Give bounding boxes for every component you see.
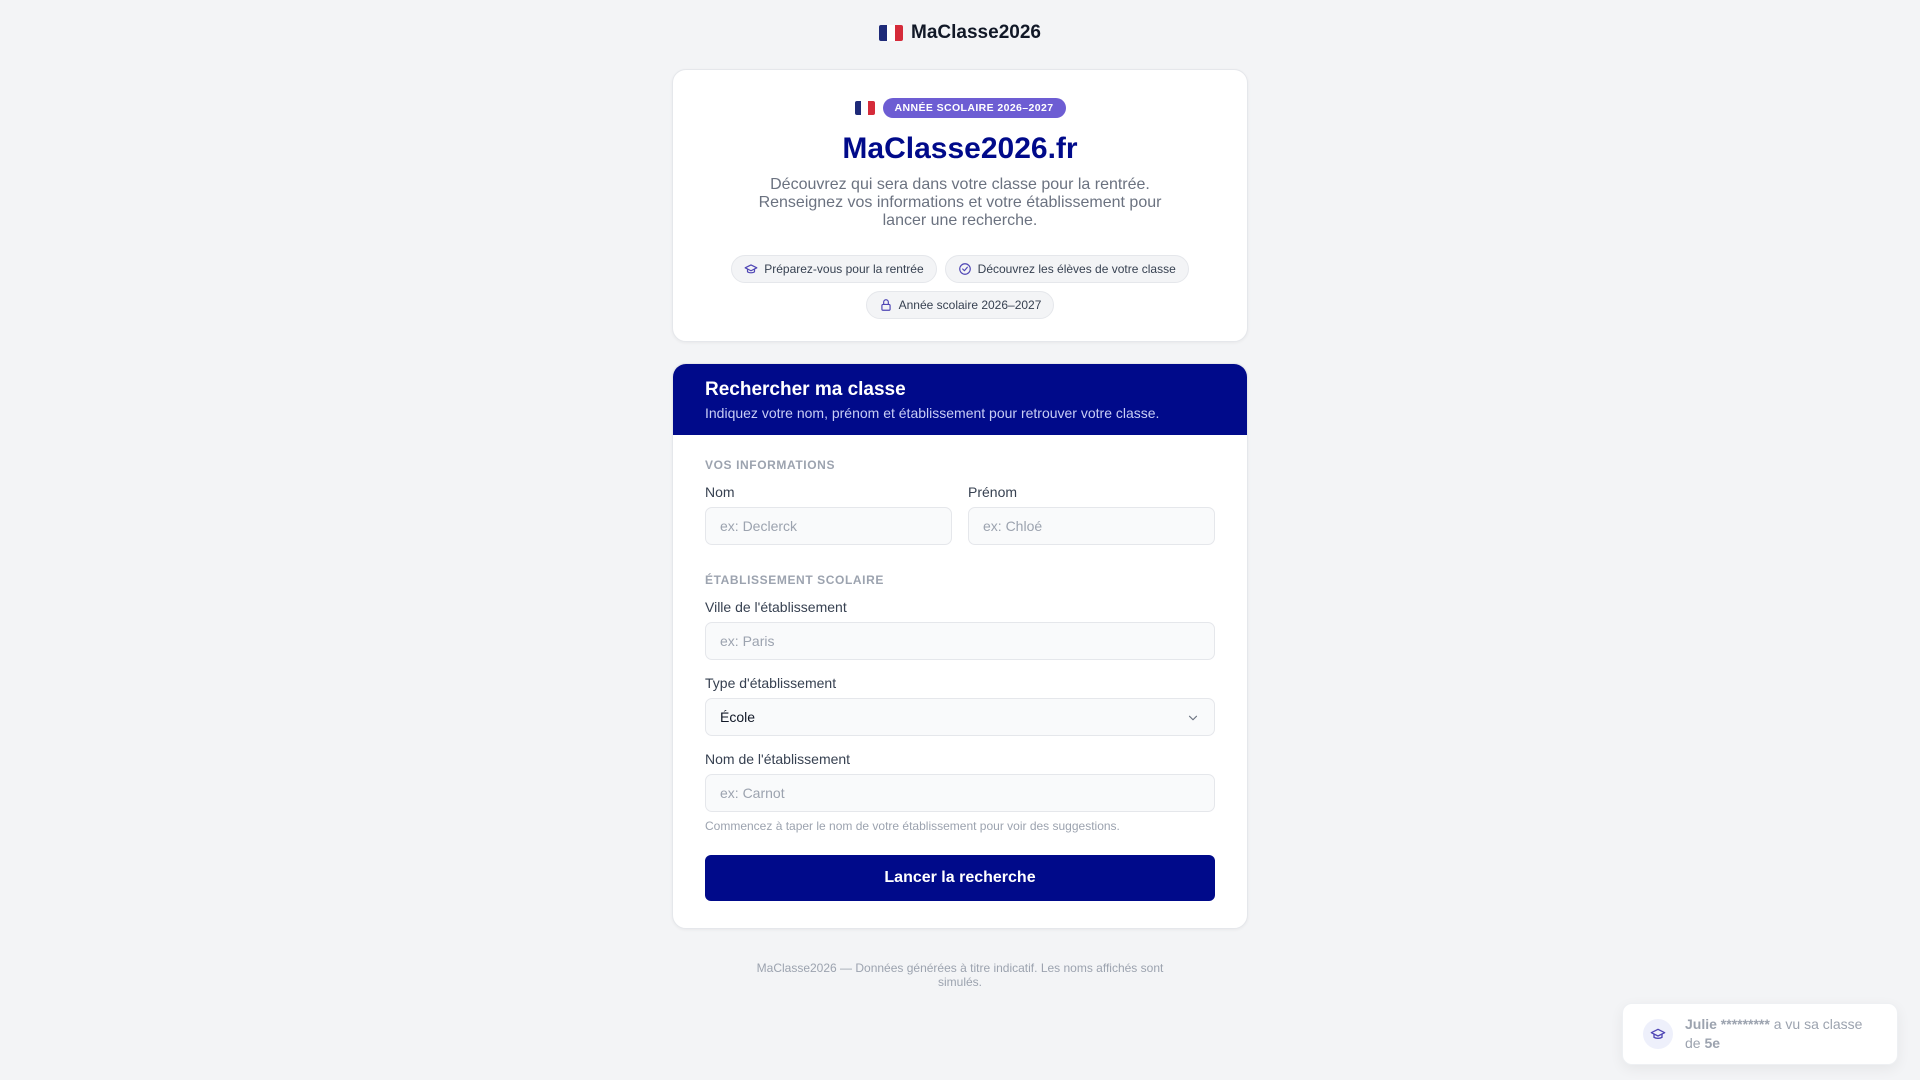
form-header: Rechercher ma classe Indiquez votre nom,… [673, 364, 1247, 435]
name-row: Nom Prénom [705, 484, 1215, 545]
feature-pill-rentree: Préparez-vous pour la rentrée [731, 255, 937, 283]
form-title: Rechercher ma classe [705, 379, 906, 400]
prenom-label: Prénom [968, 484, 1018, 500]
ville-input[interactable] [705, 622, 1215, 660]
toast-icon-wrap [1643, 1019, 1673, 1049]
feature-pill-eleves: Découvrez les élèves de votre classe [944, 255, 1189, 283]
toast-user-name: Julie ********* [1685, 1016, 1770, 1032]
toast-text: Julie ********* a vu sa classe de 5e [1685, 1015, 1877, 1053]
hero-badge-row: ANNÉE SCOLAIRE 2026–2027 [673, 98, 1247, 118]
feature-pill-label: Découvrez les élèves de votre classe [977, 262, 1176, 276]
nom-input[interactable] [705, 507, 952, 545]
flag-fr-icon [854, 101, 875, 115]
type-select-value: École [720, 709, 756, 725]
brand-title: MaClasse2026 [911, 22, 1041, 43]
ville-label: Ville de l'établissement [705, 599, 847, 615]
graduation-cap-icon [1650, 1028, 1666, 1039]
hero-card: ANNÉE SCOLAIRE 2026–2027 MaClasse2026.fr… [672, 69, 1248, 342]
prenom-group: Prénom [968, 484, 1215, 545]
hero-title: MaClasse2026.fr [842, 132, 1078, 165]
prenom-input[interactable] [968, 507, 1215, 545]
hero-description: Découvrez qui sera dans votre classe pou… [758, 176, 1162, 229]
section-label-informations: VOS INFORMATIONS [705, 458, 836, 472]
top-brand-bar: MaClasse2026 [0, 22, 1920, 44]
form-body: VOS INFORMATIONS Nom Prénom ÉTABLISSEMEN… [673, 458, 1247, 901]
toast-class: 5e [1704, 1035, 1721, 1051]
school-name-label: Nom de l'établissement [705, 751, 851, 767]
flag-fr-icon [879, 25, 904, 41]
nom-label: Nom [705, 484, 735, 500]
search-form-card: Rechercher ma classe Indiquez votre nom,… [672, 363, 1248, 929]
feature-pill-label: Préparez-vous pour la rentrée [764, 262, 924, 276]
footer-disclaimer: MaClasse2026 — Données générées à titre … [756, 961, 1164, 989]
check-circle-icon [958, 263, 971, 275]
type-label: Type d'établissement [705, 675, 837, 691]
school-year-badge: ANNÉE SCOLAIRE 2026–2027 [882, 98, 1066, 118]
school-name-input[interactable] [705, 774, 1215, 812]
activity-toast: Julie ********* a vu sa classe de 5e [1622, 1003, 1898, 1065]
feature-pill-label: Année scolaire 2026–2027 [898, 298, 1042, 312]
chevron-down-icon [1188, 715, 1198, 721]
feature-pills: Préparez-vous pour la rentrée Découvrez … [720, 255, 1200, 319]
school-name-hint: Commencez à taper le nom de votre établi… [705, 819, 1120, 833]
feature-pill-annee: Année scolaire 2026–2027 [865, 291, 1055, 319]
nom-group: Nom [705, 484, 952, 545]
search-submit-button[interactable]: Lancer la recherche [705, 855, 1215, 901]
form-subtitle: Indiquez votre nom, prénom et établissem… [705, 405, 1160, 421]
graduation-cap-icon [744, 264, 758, 274]
footer: MaClasse2026 — Données générées à titre … [0, 961, 1920, 989]
type-select[interactable]: École [705, 698, 1215, 736]
lock-icon [880, 299, 891, 311]
section-label-etablissement: ÉTABLISSEMENT SCOLAIRE [705, 573, 884, 587]
